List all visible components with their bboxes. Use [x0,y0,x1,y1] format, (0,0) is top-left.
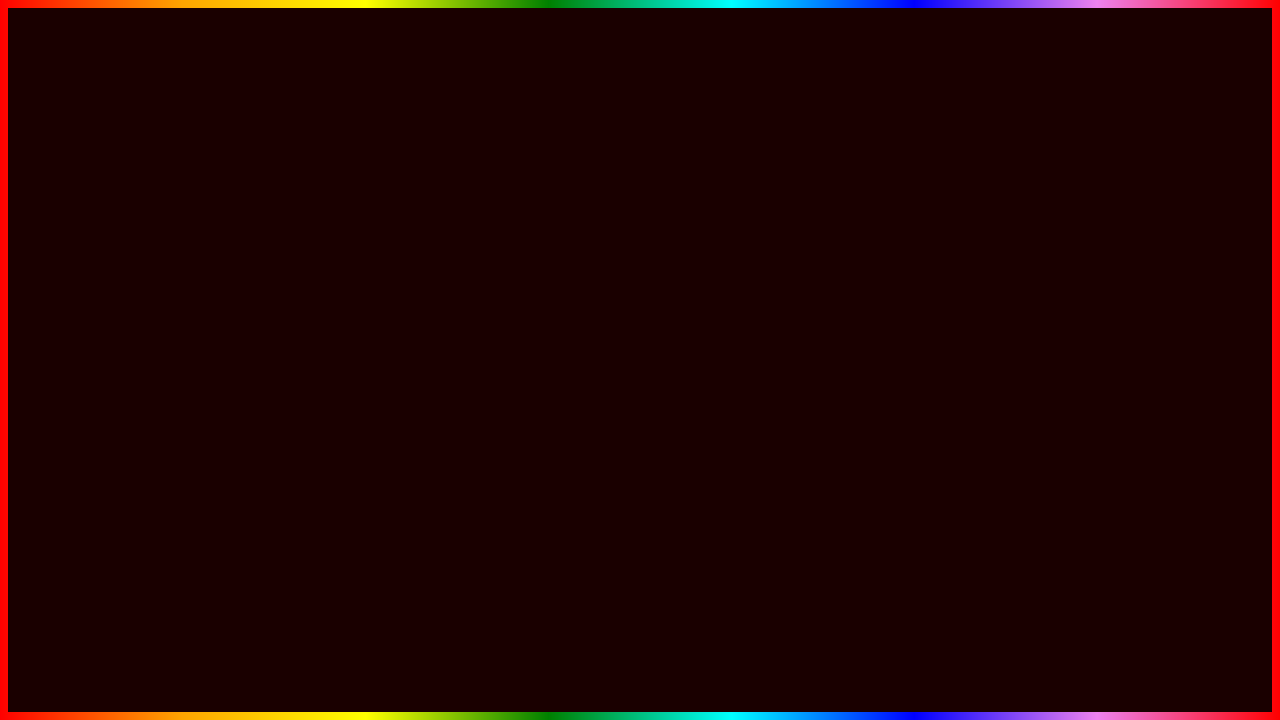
panel-front-auto-level: Auto Level Fruits [598,320,822,351]
astron-arrow: > [803,423,810,437]
right-labels: WORK MOBILE [979,278,1220,414]
panel-front-esp-players: ESP PLAYERS [598,480,822,511]
panel-front-auto-farm-players: Auto Farm Players [598,449,822,480]
panel-front-astron-row: Astron0mlcal > [598,412,822,449]
bottom-section: AUTO FARM SCRIPT PASTEBIN [0,597,1280,700]
android-label: ANDROID ✔ [50,360,352,425]
work-label: WORK MOBILE [979,278,1220,414]
panel-front-astron-btn[interactable]: Astron0mlcal [610,419,760,441]
title-text: FRUIT BATTLEGROUNDS [102,19,1179,110]
auto-level-dot [798,329,810,341]
panel-front-discord-btn[interactable]: Discord [608,355,812,377]
mobile-check: ✔ [267,297,312,357]
panel-back-auto-farm: Auto Farm - [433,224,657,255]
auto-farm-label: AUTO FARM [104,598,655,698]
script-pastebin-label: SCRIPT PASTEBIN [682,632,1176,690]
android-check: ✔ [307,362,352,422]
best-label: BEST [718,243,834,301]
panel-front-combat: Combat - [598,381,822,412]
main-title: FRUIT BATTLEGROUNDS [0,18,1280,112]
bottom-text: AUTO FARM SCRIPT PASTEBIN [0,597,1280,700]
esp-players-dot [796,488,810,502]
left-labels: MOBILE ✔ ANDROID ✔ [50,295,352,425]
panel-back-header: Winnable Hub / FB - [433,193,657,224]
mobile-label: MOBILE ✔ [50,295,352,360]
auto-farm-players-dot [796,457,810,471]
